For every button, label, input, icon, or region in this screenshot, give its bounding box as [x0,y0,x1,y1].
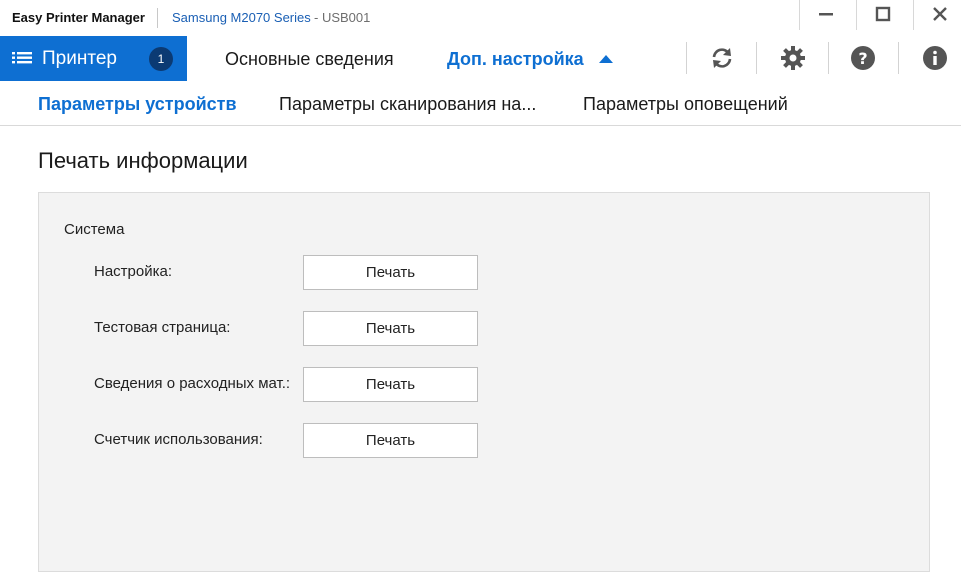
caret-up-icon [599,55,613,63]
printer-menu-button[interactable]: Принтер 1 [0,36,187,81]
row-label-supplies-info: Сведения о расходных мат.: [94,375,291,392]
refresh-icon [712,48,732,68]
toolbar-separator [756,42,757,74]
tab-advanced-settings[interactable]: Доп. настройка [447,49,584,70]
info-button[interactable] [921,44,949,72]
row-label-test-page: Тестовая страница: [94,319,231,336]
minimize-button[interactable] [806,0,846,28]
window-separator [913,0,914,30]
gear-icon [781,46,805,70]
group-label-system: Система [64,221,125,238]
title-separator [157,8,158,28]
list-icon [12,52,32,64]
help-button[interactable]: ? [849,44,877,72]
subtab-alert-settings[interactable]: Параметры оповещений [583,94,788,115]
maximize-button[interactable] [863,0,903,28]
svg-text:?: ? [858,49,867,68]
printer-count-badge: 1 [149,47,173,71]
subtab-scan-settings[interactable]: Параметры сканирования на... [279,94,536,115]
title-bar: Easy Printer Manager Samsung M2070 Serie… [0,0,961,36]
row-label-setup: Настройка: [94,263,173,280]
minimize-icon [819,13,833,16]
close-button[interactable] [920,0,960,28]
row-label-usage-counter: Счетчик использования: [94,431,263,448]
print-test-page-button[interactable]: Печать [303,311,478,346]
page-title: Печать информации [38,148,248,173]
info-icon [923,46,947,70]
print-usage-counter-button[interactable]: Печать [303,423,478,458]
print-setup-button[interactable]: Печать [303,255,478,290]
refresh-button[interactable] [708,44,736,72]
app-name: Easy Printer Manager [12,10,145,25]
settings-button[interactable] [779,44,807,72]
help-icon: ? [851,46,875,70]
toolbar-separator [828,42,829,74]
device-name: Samsung M2070 Series [172,10,311,25]
maximize-icon [875,6,891,22]
tab-basic-info[interactable]: Основные сведения [225,49,394,70]
close-icon [933,7,947,21]
printer-label: Принтер [42,48,117,69]
main-nav: Принтер 1 Основные сведения Доп. настрой… [0,36,961,81]
window-separator [856,0,857,30]
print-supplies-info-button[interactable]: Печать [303,367,478,402]
device-port: - USB001 [314,10,371,25]
toolbar-separator [898,42,899,74]
toolbar-separator [686,42,687,74]
window-separator [799,0,800,30]
subtab-device-settings[interactable]: Параметры устройств [38,94,237,115]
sub-tabs: Параметры устройств Параметры сканирован… [0,81,961,126]
